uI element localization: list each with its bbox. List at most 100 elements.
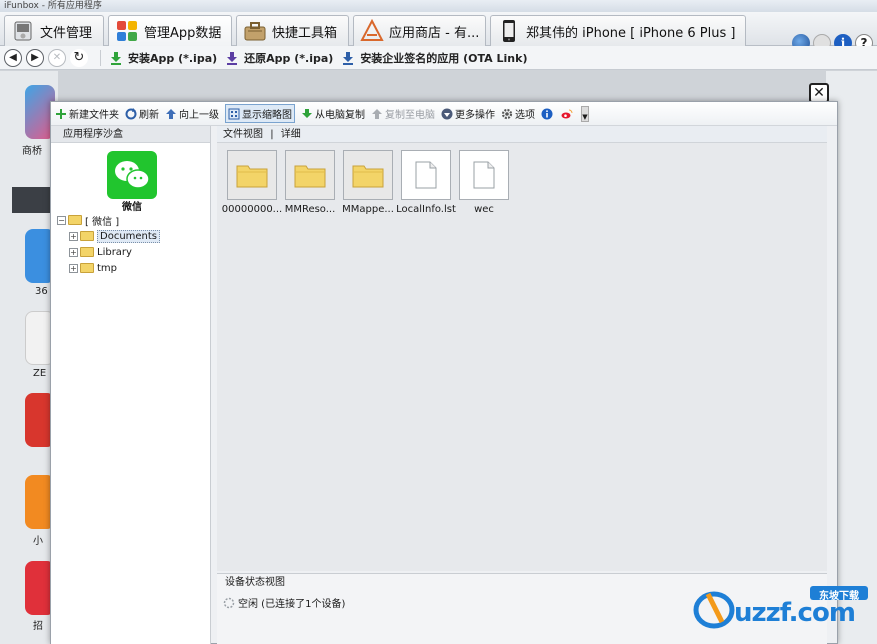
dialog-close-button[interactable]: ✕ (809, 83, 829, 103)
folder-icon (80, 247, 94, 257)
wechat-app-icon[interactable] (107, 151, 157, 199)
more-operations-button[interactable]: 更多操作 (441, 106, 495, 121)
watermark-logo: 东坡下载 uzzf.com (692, 582, 872, 630)
main-tab-bar: 文件管理 管理App数据 快捷工具箱 应用商店 - 有... 郑其伟的 iPho… (0, 12, 877, 52)
document-icon (401, 150, 451, 200)
up-level-button[interactable]: 向上一级 (165, 106, 219, 121)
file-item[interactable]: MMappe... (339, 150, 397, 215)
install-app-button[interactable]: 安装App (*.ipa) (109, 50, 217, 66)
detail-view-tab[interactable]: 详细 (281, 129, 301, 140)
file-item[interactable]: wec (455, 150, 513, 215)
weibo-icon (561, 109, 573, 118)
app-sandbox-sidebar: 应用程序沙盒 微信 − [ 微信 ] + Documents + Library… (51, 126, 211, 644)
file-item[interactable]: LocalInfo.lst (396, 150, 456, 215)
app-name: 微信 (122, 202, 142, 213)
app-label: 36 (35, 286, 48, 297)
tree-node-label: Documents (97, 229, 161, 243)
download-arrow-icon (111, 51, 121, 65)
app-label: 商桥 (22, 146, 42, 157)
refresh-label: 刷新 (139, 110, 159, 121)
options-label: 选项 (515, 110, 535, 121)
back-button[interactable]: ◀ (4, 48, 22, 67)
folder-icon (227, 150, 277, 200)
enterprise-download-icon (343, 51, 354, 65)
tab-label: 郑其伟的 iPhone [ iPhone 6 Plus ] (526, 25, 736, 41)
file-item[interactable]: 00000000... (222, 150, 282, 215)
ipod-icon (14, 21, 32, 41)
show-thumbnails-label: 显示缩略图 (242, 110, 292, 121)
install-enterprise-label: 安装企业签名的应用 (OTA Link) (360, 51, 528, 65)
sidebar-header: 应用程序沙盒 (51, 126, 210, 143)
folder-icon (285, 150, 335, 200)
up-level-label: 向上一级 (179, 110, 219, 121)
new-folder-label: 新建文件夹 (69, 110, 119, 121)
folder-icon (80, 231, 94, 241)
install-app-label: 安装App (*.ipa) (128, 51, 218, 65)
app-sandbox-dialog: 新建文件夹 刷新 向上一级 显示缩略图 从电脑复制 复制至电脑 更多操作 选项 (50, 101, 838, 644)
refresh-button[interactable]: ↻ (70, 48, 88, 67)
thumbnails-icon (228, 108, 240, 119)
restore-arrow-icon (227, 51, 238, 65)
file-view-tab[interactable]: 文件视图 (223, 129, 263, 140)
file-grid: 00000000... MMReso... MMappe... LocalInf… (222, 150, 513, 215)
file-name: wec (474, 204, 494, 215)
tree-node-documents[interactable]: + Documents (57, 228, 161, 244)
tab-manage-app-data[interactable]: 管理App数据 (108, 15, 232, 46)
tab-label: 快捷工具箱 (272, 25, 338, 41)
show-thumbnails-button[interactable]: 显示缩略图 (225, 104, 295, 123)
collapse-icon[interactable]: − (57, 215, 66, 225)
expand-icon[interactable]: + (69, 231, 78, 241)
view-switcher: 文件视图 | 详细 (217, 126, 827, 143)
options-button[interactable]: 选项 (501, 106, 535, 121)
nav-toolbar: ◀ ▶ ✕ ↻ 安装App (*.ipa) 还原App (*.ipa) 安装企业… (0, 46, 877, 70)
about-button[interactable] (541, 108, 555, 120)
view-separator: | (270, 129, 274, 140)
forward-button[interactable]: ▶ (26, 48, 44, 67)
document-icon (459, 150, 509, 200)
dropdown-circle-icon (441, 108, 453, 119)
restore-app-label: 还原App (*.ipa) (244, 51, 334, 65)
download-icon (302, 108, 312, 118)
refresh-files-button[interactable]: 刷新 (125, 106, 159, 121)
info-icon (541, 108, 553, 119)
copy-from-pc-button[interactable]: 从电脑复制 (301, 106, 365, 121)
more-operations-label: 更多操作 (455, 110, 495, 121)
file-name: MMappe... (342, 204, 394, 215)
toolbar-overflow-button[interactable]: ▼ (581, 105, 589, 122)
tree-node-library[interactable]: + Library (57, 244, 160, 260)
tab-quick-toolbox[interactable]: 快捷工具箱 (236, 15, 349, 46)
folder-open-icon (68, 215, 82, 225)
wechat-bubbles-icon (115, 161, 150, 189)
sandbox-tree: − [ 微信 ] + Documents + Library + tmp (57, 212, 161, 276)
tab-label: 文件管理 (40, 25, 93, 41)
file-item[interactable]: MMReso... (281, 150, 339, 215)
tab-device-iphone[interactable]: 郑其伟的 iPhone [ iPhone 6 Plus ] (490, 15, 746, 46)
install-enterprise-app-button[interactable]: 安装企业签名的应用 (OTA Link) (341, 50, 527, 66)
tree-node-label: Library (97, 246, 132, 258)
file-name: LocalInfo.lst (396, 204, 456, 215)
up-arrow-icon (166, 108, 176, 119)
tab-app-store[interactable]: 应用商店 - 有... (353, 15, 486, 46)
tree-node-tmp[interactable]: + tmp (57, 260, 160, 276)
folder-icon (343, 150, 393, 200)
spinner-icon (223, 597, 235, 608)
restore-app-button[interactable]: 还原App (*.ipa) (225, 50, 333, 66)
dialog-toolbar: 新建文件夹 刷新 向上一级 显示缩略图 从电脑复制 复制至电脑 更多操作 选项 (51, 102, 837, 126)
tree-node-label: [ 微信 ] (85, 216, 120, 228)
expand-icon[interactable]: + (69, 247, 78, 257)
app-label: 招 (33, 621, 43, 632)
upload-icon (372, 108, 382, 119)
tree-node-label: tmp (97, 262, 118, 274)
expand-icon[interactable]: + (69, 263, 78, 273)
new-folder-button[interactable]: 新建文件夹 (55, 106, 119, 121)
stop-button[interactable]: ✕ (48, 48, 66, 67)
tree-node-root[interactable]: − [ 微信 ] (57, 212, 160, 228)
copy-from-pc-label: 从电脑复制 (315, 110, 365, 121)
toolbox-icon (244, 22, 266, 41)
window-title: iFunbox - 所有应用程序 (0, 0, 877, 12)
refresh-icon (125, 107, 137, 119)
copy-to-pc-button[interactable]: 复制至电脑 (371, 106, 435, 121)
status-text: 空闲 (已连接了1个设备) (238, 599, 346, 610)
weibo-share-button[interactable] (561, 108, 575, 120)
tab-file-management[interactable]: 文件管理 (4, 15, 104, 46)
